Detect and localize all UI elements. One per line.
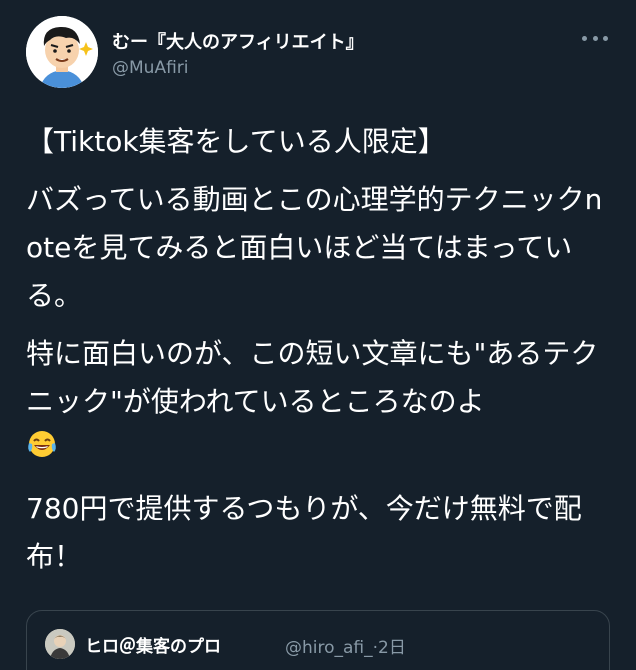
tweet-paragraph: 特に面白いのが、この短い文章にも"あるテクニック"が使われているところなのよ xyxy=(26,330,616,475)
author-handle[interactable]: @MuAfiri xyxy=(112,58,189,78)
quoted-author-display-name[interactable]: ヒロ＠集客のプロ xyxy=(85,632,221,657)
quoted-author-handle[interactable]: @hiro_afi_ xyxy=(285,638,373,658)
tweet-paragraph: 【Tiktok集客をしている人限定】 xyxy=(26,125,446,158)
quoted-tweet-card[interactable]: ヒロ＠集客のプロ @hiro_afi_·2日 xyxy=(26,610,610,670)
tweet-text: 【Tiktok集客をしている人限定】 バズっている動画とこの心理学的テクニックn… xyxy=(26,118,616,591)
quoted-tweet-time[interactable]: ·2日 xyxy=(373,638,406,658)
more-horizontal-icon[interactable] xyxy=(582,28,608,48)
quoted-author-handle-and-time[interactable]: @hiro_afi_·2日 xyxy=(285,633,406,658)
tweet-paragraph-text: 特に面白いのが、この短い文章にも"あるテクニック"が使われているところなのよ xyxy=(26,337,599,418)
author-avatar[interactable] xyxy=(26,16,98,88)
author-display-name[interactable]: むー『大人のアフィリエイト』 xyxy=(112,28,364,54)
quoted-avatar-illustration xyxy=(45,629,75,659)
quoted-author-avatar[interactable] xyxy=(45,629,75,659)
laughing-with-tears-emoji-icon xyxy=(26,427,58,475)
tweet-paragraph: 780円で提供するつもりが、今だけ無料で配布！ xyxy=(26,492,582,573)
avatar-illustration xyxy=(26,16,98,88)
tweet-paragraph: バズっている動画とこの心理学的テクニックnoteを見てみると面白いほど当てはまっ… xyxy=(26,183,603,312)
